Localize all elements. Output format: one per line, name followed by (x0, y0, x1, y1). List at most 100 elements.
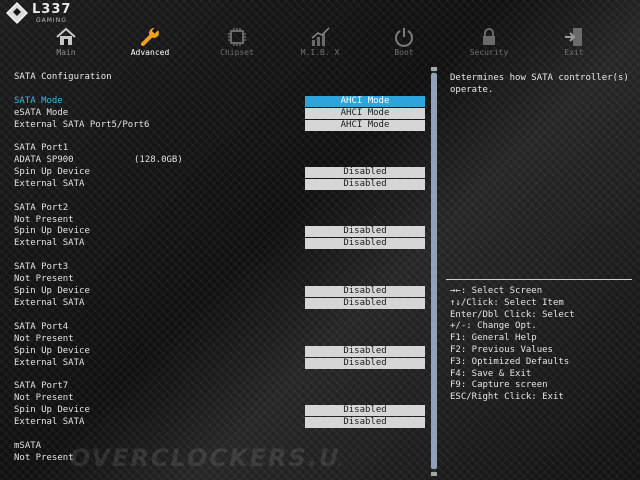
device-info-row: ADATA SP900 (128.0GB) (14, 155, 434, 166)
wrench-icon (141, 27, 159, 46)
scroll-up-icon[interactable] (431, 67, 437, 71)
port7-external-dropdown[interactable]: Disabled (305, 417, 425, 428)
setting-row-port3-spin-up[interactable]: Spin Up Device Disabled (14, 286, 434, 297)
help-divider (446, 279, 632, 280)
group-heading: mSATA (14, 441, 42, 451)
tab-main[interactable]: Main (36, 26, 96, 60)
lock-icon (483, 28, 495, 45)
device-info-row: Not Present (14, 215, 434, 226)
esata-mode-dropdown[interactable]: AHCI Mode (305, 108, 425, 119)
exit-icon (565, 28, 582, 46)
device-status: Not Present (14, 393, 74, 403)
key-hint: Enter/Dbl Click: Select (450, 309, 575, 320)
key-hint: ↑↓/Click: Select Item (450, 297, 564, 308)
watermark: OVERCLOCKERS.UA (70, 444, 340, 470)
port3-external-dropdown[interactable]: Disabled (305, 298, 425, 309)
scrollbar-thumb[interactable] (431, 73, 437, 469)
setting-row-port2-external[interactable]: External SATA Disabled (14, 238, 434, 249)
power-icon (395, 28, 413, 47)
logo-sub-text: GAMING (36, 17, 67, 24)
group-heading: SATA Port7 (14, 381, 69, 391)
tab-boot-label: Boot (394, 48, 414, 57)
key-hint: F4: Save & Exit (450, 368, 532, 379)
group-heading: SATA Port3 (14, 262, 69, 272)
setting-row-sata-mode[interactable]: SATA Mode AHCI Mode (14, 96, 434, 107)
home-icon (56, 27, 76, 45)
key-hint: F9: Capture screen (450, 380, 548, 391)
page-title: SATA Configuration (14, 72, 112, 82)
tab-chipset[interactable]: Chipset (207, 26, 267, 60)
scroll-down-icon[interactable] (431, 472, 437, 476)
device-status: Not Present (14, 274, 74, 284)
device-status: Not Present (14, 215, 74, 225)
device-capacity: (128.0GB) (134, 155, 183, 165)
chip-icon (228, 28, 246, 46)
setting-label: Spin Up Device (14, 226, 90, 236)
setting-label: External SATA (14, 179, 85, 189)
device-info-row: Not Present (14, 393, 434, 404)
key-hint: +/-: Change Opt. (450, 321, 537, 332)
tab-security[interactable]: Security (459, 26, 519, 60)
brand-logo: L337 GAMING (6, 2, 76, 28)
setting-row-port1-spin-up[interactable]: Spin Up Device Disabled (14, 167, 434, 178)
group-heading: SATA Port4 (14, 322, 69, 332)
logo-mark-icon (6, 2, 28, 24)
key-hint: F3: Optimized Defaults (450, 356, 570, 367)
section-header-sata-port4: SATA Port4 (14, 322, 434, 333)
group-heading: SATA Port1 (14, 143, 69, 153)
tab-main-label: Main (56, 48, 76, 57)
sata-mode-dropdown[interactable]: AHCI Mode (305, 96, 425, 107)
tab-security-label: Security (469, 48, 509, 57)
tab-advanced-label: Advanced (130, 48, 170, 57)
help-description: Determines how SATA controller(s) operat… (450, 73, 629, 95)
key-hint: →←: Select Screen (450, 286, 543, 296)
section-header-sata-port2: SATA Port2 (14, 203, 434, 214)
settings-panel: SATA Configuration SATA Mode AHCI Mode e… (0, 64, 440, 480)
setting-row-port1-external[interactable]: External SATA Disabled (14, 179, 434, 190)
setting-label: Spin Up Device (14, 346, 90, 356)
port3-spin-up-dropdown[interactable]: Disabled (305, 286, 425, 297)
tab-exit[interactable]: Exit (544, 26, 604, 60)
help-panel: Determines how SATA controller(s) operat… (444, 66, 636, 476)
port1-spin-up-dropdown[interactable]: Disabled (305, 167, 425, 178)
device-info-row: Not Present (14, 334, 434, 345)
section-header-sata-port1: SATA Port1 (14, 143, 434, 154)
setting-row-esata-mode[interactable]: eSATA Mode AHCI Mode (14, 108, 434, 119)
graph-icon (311, 27, 330, 46)
setting-row-port7-external[interactable]: External SATA Disabled (14, 417, 434, 428)
key-hint: F2: Previous Values (450, 344, 553, 355)
key-legend: →←: Select Screen ↑↓/Click: Select Item … (450, 286, 632, 404)
setting-label: Spin Up Device (14, 167, 90, 177)
top-navigation-bar: L337 GAMING Main Advanced Chipset M.I.B.… (0, 0, 640, 64)
section-header-sata-port7: SATA Port7 (14, 381, 434, 392)
setting-label: SATA Mode (14, 96, 63, 106)
logo-brand-text: L337 (32, 2, 72, 17)
device-status: Not Present (14, 334, 74, 344)
setting-row-port3-external[interactable]: External SATA Disabled (14, 298, 434, 309)
external-sata-port5-6-dropdown[interactable]: AHCI Mode (305, 120, 425, 131)
port2-spin-up-dropdown[interactable]: Disabled (305, 226, 425, 237)
setting-label: External SATA Port5/Port6 (14, 120, 150, 130)
setting-label: External SATA (14, 238, 85, 248)
port7-spin-up-dropdown[interactable]: Disabled (305, 405, 425, 416)
tab-advanced[interactable]: Advanced (120, 26, 180, 60)
group-heading: SATA Port2 (14, 203, 69, 213)
setting-label: eSATA Mode (14, 108, 69, 118)
key-hint: ESC/Right Click: Exit (450, 392, 564, 403)
port1-external-dropdown[interactable]: Disabled (305, 179, 425, 190)
tab-boot[interactable]: Boot (374, 26, 434, 60)
tab-chipset-label: Chipset (220, 48, 254, 57)
setting-row-port4-spin-up[interactable]: Spin Up Device Disabled (14, 346, 434, 357)
setting-row-port4-external[interactable]: External SATA Disabled (14, 358, 434, 369)
port4-spin-up-dropdown[interactable]: Disabled (305, 346, 425, 357)
setting-row-port7-spin-up[interactable]: Spin Up Device Disabled (14, 405, 434, 416)
tab-exit-label: Exit (564, 48, 584, 57)
settings-scrollbar[interactable] (430, 67, 438, 476)
device-status: Not Present (14, 453, 74, 463)
setting-row-external-sata-port5-6[interactable]: External SATA Port5/Port6 AHCI Mode (14, 120, 434, 131)
port2-external-dropdown[interactable]: Disabled (305, 238, 425, 249)
tab-mib-x[interactable]: M.I.B. X (290, 26, 350, 60)
setting-row-port2-spin-up[interactable]: Spin Up Device Disabled (14, 226, 434, 237)
port4-external-dropdown[interactable]: Disabled (305, 358, 425, 369)
key-hint: F1: General Help (450, 333, 537, 344)
